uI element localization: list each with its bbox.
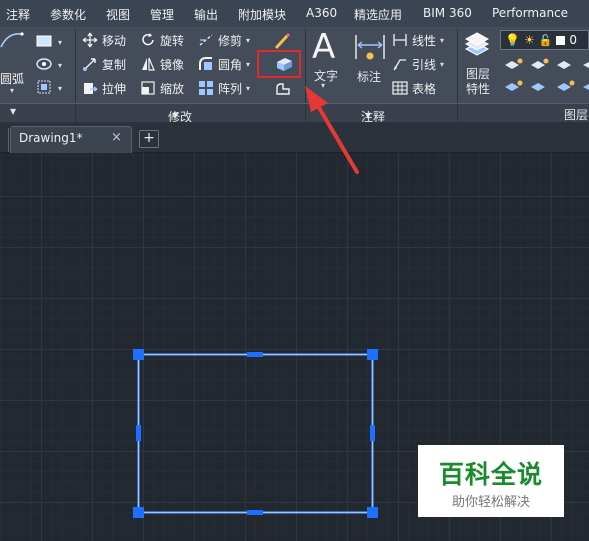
- watermark-subtitle: 助你轻松解决: [451, 495, 530, 510]
- watermark: 百科全说 助你轻松解决: [418, 445, 564, 517]
- watermark-title: 百科全说: [438, 460, 543, 489]
